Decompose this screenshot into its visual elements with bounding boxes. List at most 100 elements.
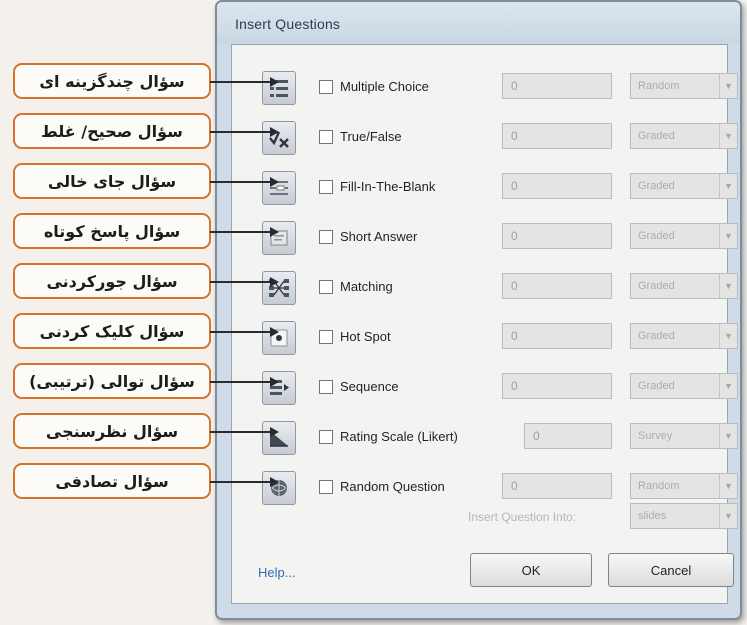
rating-scale-checkbox[interactable] (319, 430, 333, 444)
short-answer-type-select[interactable]: Graded ▼ (630, 223, 738, 249)
arrow-head-icon (270, 177, 279, 187)
hot-spot-icon[interactable] (262, 321, 296, 355)
chevron-down-icon: ▼ (719, 474, 737, 498)
chevron-down-icon: ▼ (719, 174, 737, 198)
callout-arrow (210, 381, 272, 383)
chevron-down-icon: ▼ (719, 324, 737, 348)
sequence-checkbox[interactable] (319, 380, 333, 394)
callout-arrow (210, 431, 272, 433)
arrow-head-icon (270, 277, 279, 287)
insert-into-value: slides (638, 510, 667, 522)
rating-scale-type-value: Survey (638, 430, 673, 442)
callout-short-answer: سؤال پاسخ کوتاه (13, 213, 211, 249)
rating-scale-count-input[interactable]: 0 (524, 423, 612, 449)
random-question-checkbox[interactable] (319, 480, 333, 494)
short-answer-type-value: Graded (638, 230, 675, 242)
matching-type-select[interactable]: Graded ▼ (630, 273, 738, 299)
matching-icon[interactable] (262, 271, 296, 305)
short-answer-checkbox[interactable] (319, 230, 333, 244)
title-bar: Insert Questions (217, 2, 740, 44)
fill-in-blank-type-value: Graded (638, 180, 675, 192)
insert-into-label: Insert Question Into: (468, 510, 577, 524)
random-question-count-input[interactable]: 0 (502, 473, 612, 499)
callout-arrow (210, 481, 272, 483)
arrow-head-icon (270, 377, 279, 387)
rating-scale-icon[interactable] (262, 421, 296, 455)
fill-in-blank-label: Fill-In-The-Blank (340, 179, 436, 194)
ok-button[interactable]: OK (470, 553, 592, 587)
arrow-head-icon (270, 327, 279, 337)
multiple-choice-type-select[interactable]: Random ▼ (630, 73, 738, 99)
question-row-hot-spot: Hot Spot 0 Graded ▼ (232, 321, 738, 365)
true-false-checkbox[interactable] (319, 130, 333, 144)
callout-arrow (210, 181, 272, 183)
sequence-icon[interactable] (262, 371, 296, 405)
callout-random-question: سؤال تصادفی (13, 463, 211, 499)
sequence-label: Sequence (340, 379, 399, 394)
multiple-choice-icon[interactable] (262, 71, 296, 105)
callout-sequence: سؤال توالی (ترتیبی) (13, 363, 211, 399)
hot-spot-type-value: Graded (638, 330, 675, 342)
chevron-down-icon: ▼ (719, 74, 737, 98)
question-row-short-answer: Short Answer 0 Graded ▼ (232, 221, 738, 265)
rating-scale-label: Rating Scale (Likert) (340, 429, 458, 444)
question-row-true-false: True/False 0 Graded ▼ (232, 121, 738, 165)
question-row-sequence: Sequence 0 Graded ▼ (232, 371, 738, 415)
true-false-type-select[interactable]: Graded ▼ (630, 123, 738, 149)
callout-arrow (210, 131, 272, 133)
true-false-icon[interactable] (262, 121, 296, 155)
fill-in-blank-icon[interactable] (262, 171, 296, 205)
callout-rating-scale: سؤال نظرسنجی (13, 413, 211, 449)
rating-scale-type-select[interactable]: Survey ▼ (630, 423, 738, 449)
insert-into-select[interactable]: slides ▼ (630, 503, 738, 529)
callout-multiple-choice: سؤال چندگزینه ای (13, 63, 211, 99)
fill-in-blank-checkbox[interactable] (319, 180, 333, 194)
sequence-count-input[interactable]: 0 (502, 373, 612, 399)
fill-in-blank-type-select[interactable]: Graded ▼ (630, 173, 738, 199)
true-false-count-input[interactable]: 0 (502, 123, 612, 149)
multiple-choice-count-input[interactable]: 0 (502, 73, 612, 99)
callout-arrow (210, 231, 272, 233)
arrow-head-icon (270, 77, 279, 87)
chevron-down-icon: ▼ (719, 504, 737, 528)
callout-matching: سؤال جورکردنی (13, 263, 211, 299)
hot-spot-count-input[interactable]: 0 (502, 323, 612, 349)
callout-arrow (210, 81, 272, 83)
callout-arrow (210, 331, 272, 333)
arrow-head-icon (270, 477, 279, 487)
multiple-choice-type-value: Random (638, 80, 680, 92)
true-false-type-value: Graded (638, 130, 675, 142)
multiple-choice-label: Multiple Choice (340, 79, 429, 94)
hot-spot-label: Hot Spot (340, 329, 391, 344)
random-question-label: Random Question (340, 479, 445, 494)
matching-type-value: Graded (638, 280, 675, 292)
matching-label: Matching (340, 279, 393, 294)
matching-count-input[interactable]: 0 (502, 273, 612, 299)
hot-spot-checkbox[interactable] (319, 330, 333, 344)
chevron-down-icon: ▼ (719, 224, 737, 248)
chevron-down-icon: ▼ (719, 274, 737, 298)
short-answer-label: Short Answer (340, 229, 418, 244)
matching-checkbox[interactable] (319, 280, 333, 294)
hot-spot-type-select[interactable]: Graded ▼ (630, 323, 738, 349)
dialog-title: Insert Questions (235, 16, 341, 32)
random-question-icon[interactable] (262, 471, 296, 505)
fill-in-blank-count-input[interactable]: 0 (502, 173, 612, 199)
question-row-fill-in-blank: Fill-In-The-Blank 0 Graded ▼ (232, 171, 738, 215)
question-row-multiple-choice: Multiple Choice 0 Random ▼ (232, 71, 738, 115)
help-link[interactable]: Help... (258, 565, 296, 580)
callout-arrow (210, 281, 272, 283)
sequence-type-select[interactable]: Graded ▼ (630, 373, 738, 399)
chevron-down-icon: ▼ (719, 374, 737, 398)
question-row-matching: Matching 0 Graded ▼ (232, 271, 738, 315)
callout-fill-in-blank: سؤال جای خالی (13, 163, 211, 199)
callout-true-false: سؤال صحیح/ غلط (13, 113, 211, 149)
chevron-down-icon: ▼ (719, 124, 737, 148)
short-answer-count-input[interactable]: 0 (502, 223, 612, 249)
random-question-type-select[interactable]: Random ▼ (630, 473, 738, 499)
arrow-head-icon (270, 127, 279, 137)
short-answer-icon[interactable] (262, 221, 296, 255)
cancel-button[interactable]: Cancel (608, 553, 734, 587)
chevron-down-icon: ▼ (719, 424, 737, 448)
multiple-choice-checkbox[interactable] (319, 80, 333, 94)
